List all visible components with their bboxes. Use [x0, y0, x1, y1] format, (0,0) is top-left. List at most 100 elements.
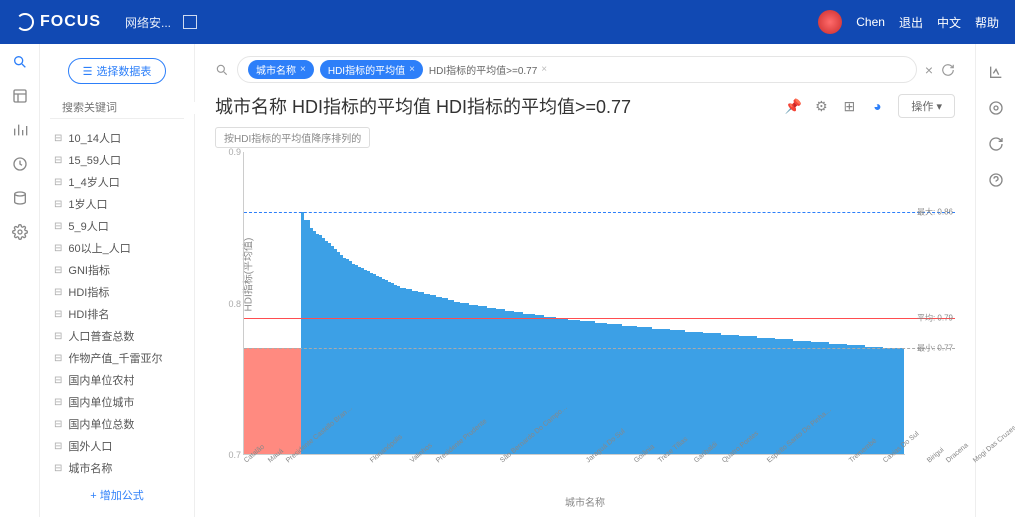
field-label: 国内单位农村: [68, 372, 134, 388]
close-icon[interactable]: ×: [541, 64, 547, 75]
field-label: 作物产值_千雷亚尔: [68, 350, 162, 366]
field-item[interactable]: ⊟ 人口普查总数: [50, 325, 184, 347]
field-icon: ⊟: [54, 177, 62, 188]
field-label: 人口普查总数: [68, 328, 134, 344]
field-label: 1岁人口: [68, 196, 107, 212]
close-icon[interactable]: ×: [300, 64, 306, 75]
field-item[interactable]: ⊟ 国内单位农村: [50, 369, 184, 391]
pill-city[interactable]: 城市名称×: [248, 60, 314, 79]
y-tick: 0.8: [228, 299, 241, 309]
logo-icon: [16, 13, 34, 31]
project-name[interactable]: 网络安...: [125, 14, 171, 31]
field-icon: ⊟: [54, 463, 62, 474]
field-item[interactable]: ⊟ 1_4岁人口: [50, 171, 184, 193]
field-label: 国内单位总数: [68, 416, 134, 432]
pill-hdi-avg[interactable]: HDI指标的平均值×: [320, 60, 423, 79]
field-icon: ⊟: [54, 221, 62, 232]
bar-chart: HDI指标(平均值) 0.9 0.8 0.7 最大: 0.86平均: 0.79最…: [215, 152, 955, 505]
config-icon[interactable]: [988, 100, 1004, 116]
field-label: 国外人口: [68, 438, 112, 454]
field-search[interactable]: [50, 98, 184, 119]
piechart-icon[interactable]: ◕: [866, 95, 888, 117]
y-tick: 0.7: [228, 450, 241, 460]
title-bar: 城市名称 HDI指标的平均值 HDI指标的平均值>=0.77 📌 ⚙ ⊞ ◕ 操…: [215, 93, 955, 119]
field-item[interactable]: ⊟ 国内单位总数: [50, 413, 184, 435]
field-item[interactable]: ⊟ 国外人口: [50, 435, 184, 457]
field-icon: ⊟: [54, 155, 62, 166]
field-icon: ⊟: [54, 397, 62, 408]
chart-title: 城市名称 HDI指标的平均值 HDI指标的平均值>=0.77: [215, 93, 631, 119]
field-item[interactable]: ⊟ GNI指标: [50, 259, 184, 281]
field-item[interactable]: ⊟ 5_9人口: [50, 215, 184, 237]
username[interactable]: Chen: [856, 15, 885, 29]
field-label: 60以上_人口: [68, 240, 130, 256]
sort-indicator[interactable]: 按HDI指标的平均值降序排列的: [215, 127, 370, 148]
query-pills[interactable]: 城市名称× HDI指标的平均值× HDI指标的平均值>=0.77×: [237, 56, 917, 83]
ref-label: 最小: 0.77: [917, 343, 953, 354]
chart-icon[interactable]: [12, 122, 28, 138]
add-formula-button[interactable]: + 增加公式: [90, 487, 143, 503]
logout-link[interactable]: 退出: [899, 14, 923, 31]
ref-label: 最大: 0.86: [917, 207, 953, 218]
search-icon[interactable]: [215, 63, 229, 77]
field-item[interactable]: ⊟ 作物产值_千雷亚尔: [50, 347, 184, 369]
field-item[interactable]: ⊟ 城市名称: [50, 457, 184, 477]
search-icon[interactable]: [12, 54, 28, 70]
gear-icon[interactable]: ⚙: [810, 95, 832, 117]
avatar[interactable]: [818, 10, 842, 34]
field-label: HDI排名: [68, 306, 109, 322]
operations-button[interactable]: 操作 ▾: [898, 94, 955, 118]
x-axis-label: 城市名称: [565, 494, 605, 509]
settings-icon[interactable]: [12, 224, 28, 240]
field-item[interactable]: ⊟ HDI排名: [50, 303, 184, 325]
field-icon: ⊟: [54, 309, 62, 320]
field-icon: ⊟: [54, 265, 62, 276]
left-rail: [0, 44, 40, 517]
table-icon[interactable]: ⊞: [838, 95, 860, 117]
field-icon: ⊟: [54, 375, 62, 386]
field-icon: ⊟: [54, 331, 62, 342]
y-tick: 0.9: [228, 147, 241, 157]
pin-icon[interactable]: 📌: [782, 95, 804, 117]
app-header: FOCUS 网络安... Chen 退出 中文 帮助: [0, 0, 1015, 44]
refresh-icon[interactable]: [988, 136, 1004, 152]
field-item[interactable]: ⊟1岁人口: [50, 193, 184, 215]
field-icon: ⊟: [54, 287, 62, 298]
field-item[interactable]: ⊟ 15_59人口: [50, 149, 184, 171]
field-label: 城市名称: [68, 460, 112, 476]
field-icon: ⊟: [54, 353, 62, 364]
help-icon[interactable]: [988, 172, 1004, 188]
help-link[interactable]: 帮助: [975, 14, 999, 31]
edit-icon[interactable]: [183, 15, 197, 29]
field-label: 国内单位城市: [68, 394, 134, 410]
close-icon[interactable]: ×: [409, 64, 415, 75]
field-label: GNI指标: [68, 262, 110, 278]
query-bar: 城市名称× HDI指标的平均值× HDI指标的平均值>=0.77× ×: [215, 56, 955, 83]
field-icon: ⊟: [54, 441, 62, 452]
bar[interactable]: [901, 348, 903, 454]
field-icon: ⊟: [54, 133, 62, 144]
search-input[interactable]: [62, 102, 204, 114]
lang-link[interactable]: 中文: [937, 14, 961, 31]
field-item[interactable]: ⊟10_14人口: [50, 127, 184, 149]
axis-icon[interactable]: [988, 64, 1004, 80]
history-icon[interactable]: [12, 156, 28, 172]
field-icon: ⊟: [54, 419, 62, 430]
logo: FOCUS: [16, 13, 101, 31]
field-label: HDI指标: [68, 284, 109, 300]
field-label: 5_9人口: [68, 218, 108, 234]
select-table-button[interactable]: ☰选择数据表: [68, 58, 167, 84]
pill-filter[interactable]: HDI指标的平均值>=0.77×: [429, 62, 547, 77]
data-icon[interactable]: [12, 190, 28, 206]
field-label: 15_59人口: [68, 152, 121, 168]
field-item[interactable]: ⊟ HDI指标: [50, 281, 184, 303]
field-sidebar: ☰选择数据表 ⊟10_14人口⊟15_59人口⊟1_4岁人口⊟1岁人口⊟5_9人…: [40, 44, 195, 517]
field-label: 1_4岁人口: [68, 174, 119, 190]
dashboard-icon[interactable]: [12, 88, 28, 104]
ref-label: 平均: 0.79: [917, 313, 953, 324]
field-item[interactable]: ⊟ 国内单位城市: [50, 391, 184, 413]
logo-text: FOCUS: [40, 13, 101, 31]
refresh-icon[interactable]: [941, 63, 955, 77]
field-item[interactable]: ⊟60以上_人口: [50, 237, 184, 259]
clear-icon[interactable]: ×: [925, 62, 933, 78]
